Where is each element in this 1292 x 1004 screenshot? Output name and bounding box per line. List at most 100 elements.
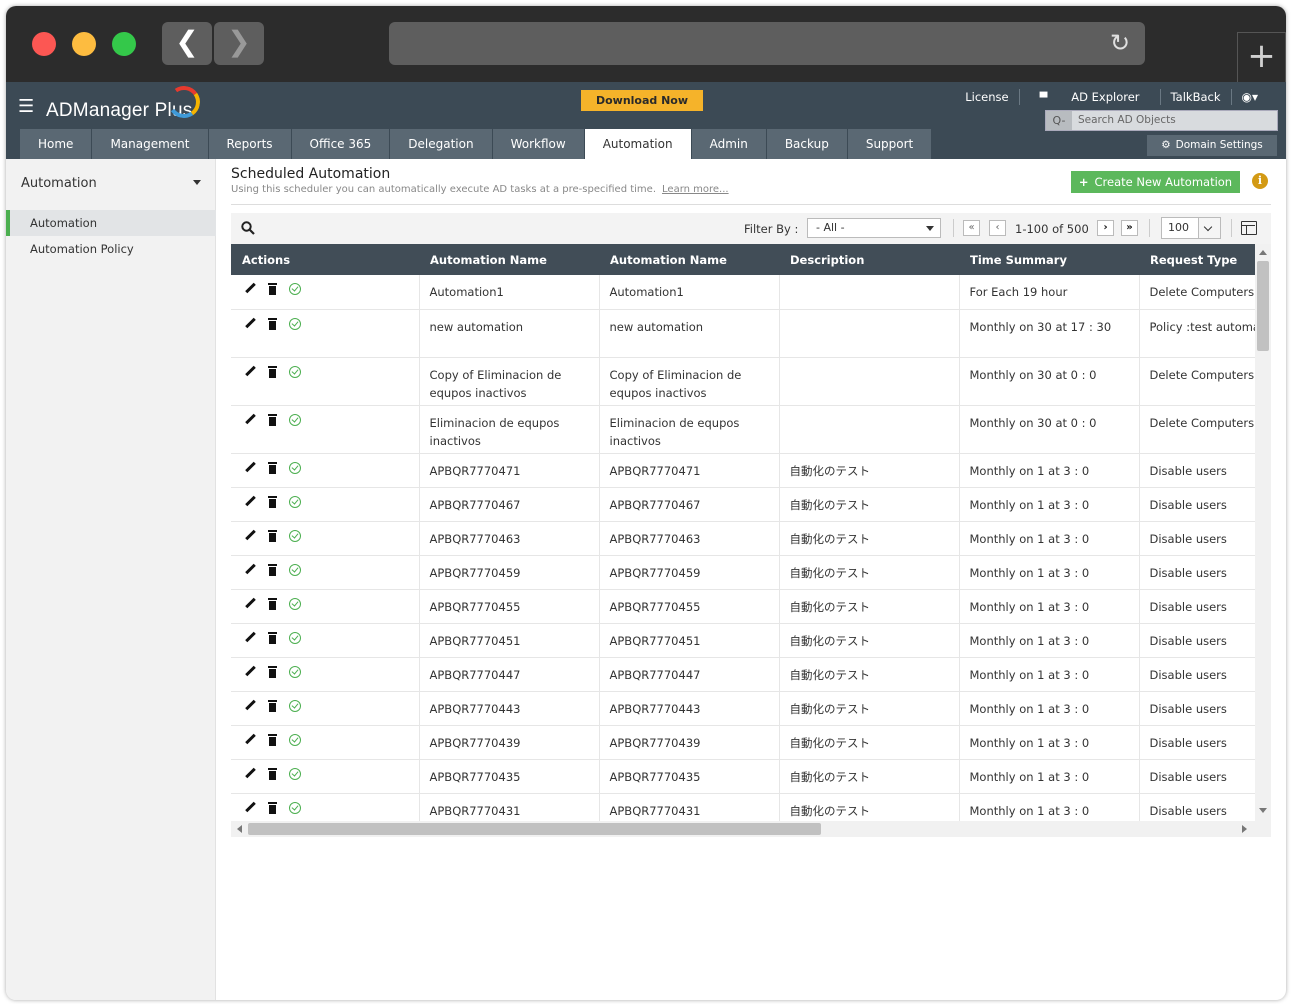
- tab-home[interactable]: Home: [20, 129, 92, 159]
- delete-icon[interactable]: [267, 597, 278, 610]
- tab-backup[interactable]: Backup: [766, 129, 847, 159]
- talkback-link[interactable]: TalkBack: [1161, 90, 1231, 104]
- edit-icon[interactable]: [245, 768, 256, 780]
- enabled-check-icon[interactable]: [289, 365, 301, 378]
- delete-icon[interactable]: [267, 563, 278, 576]
- reload-icon[interactable]: ↻: [1105, 28, 1135, 58]
- table-row[interactable]: APBQR7770459 APBQR7770459 自動化のテスト Monthly o…: [231, 555, 1255, 590]
- delete-icon[interactable]: [267, 461, 278, 474]
- delete-icon[interactable]: [267, 529, 278, 542]
- column-header-time-summary[interactable]: Time Summary: [959, 244, 1139, 275]
- delete-icon[interactable]: [267, 699, 278, 712]
- info-icon[interactable]: i: [1252, 173, 1268, 189]
- table-row[interactable]: APBQR7770463 APBQR7770463 自動化のテスト Monthly o…: [231, 521, 1255, 556]
- delete-icon[interactable]: [267, 733, 278, 746]
- vertical-scrollbar[interactable]: [1255, 244, 1271, 821]
- column-header-automation-name-2[interactable]: Automation Name: [599, 244, 779, 275]
- edit-icon[interactable]: [245, 564, 256, 576]
- enabled-check-icon[interactable]: [289, 495, 301, 508]
- enabled-check-icon[interactable]: [289, 801, 301, 814]
- filter-select[interactable]: - All -: [807, 218, 941, 238]
- next-page-button[interactable]: ›: [1097, 220, 1114, 236]
- search-icon[interactable]: [241, 221, 255, 235]
- enabled-check-icon[interactable]: [289, 699, 301, 712]
- sidebar-item-automation[interactable]: Automation: [6, 210, 216, 236]
- last-page-button[interactable]: »: [1121, 220, 1138, 236]
- tab-delegation[interactable]: Delegation: [390, 129, 492, 159]
- enabled-check-icon[interactable]: [289, 767, 301, 780]
- minimize-window-button[interactable]: [72, 32, 96, 56]
- edit-icon[interactable]: [245, 734, 256, 746]
- delete-icon[interactable]: [267, 631, 278, 644]
- license-link[interactable]: License: [955, 90, 1018, 104]
- create-new-automation-button[interactable]: + Create New Automation: [1071, 171, 1240, 193]
- enabled-check-icon[interactable]: [289, 597, 301, 610]
- learn-more-link[interactable]: Learn more...: [662, 184, 729, 195]
- edit-icon[interactable]: [245, 283, 256, 295]
- search-input[interactable]: Search AD Objects: [1078, 114, 1176, 126]
- new-tab-button[interactable]: +: [1237, 32, 1286, 82]
- first-page-button[interactable]: «: [963, 220, 980, 236]
- horizontal-scrollbar[interactable]: [231, 821, 1271, 837]
- page-size-select[interactable]: 100: [1161, 217, 1221, 239]
- scroll-up-icon[interactable]: [1259, 250, 1267, 255]
- table-row[interactable]: APBQR7770447 APBQR7770447 自動化のテスト Monthly o…: [231, 657, 1255, 692]
- delete-icon[interactable]: [267, 365, 278, 378]
- table-row[interactable]: new automation new automation Monthly on 3…: [231, 309, 1255, 358]
- enabled-check-icon[interactable]: [289, 665, 301, 678]
- tab-reports[interactable]: Reports: [208, 129, 291, 159]
- maximize-window-button[interactable]: [112, 32, 136, 56]
- chevron-down-icon[interactable]: [1198, 218, 1220, 238]
- delete-icon[interactable]: [267, 283, 278, 295]
- delete-icon[interactable]: [267, 317, 278, 330]
- table-row[interactable]: APBQR7770471 APBQR7770471 自動化のテスト Monthly o…: [231, 453, 1255, 488]
- scroll-right-icon[interactable]: [1242, 825, 1247, 833]
- column-header-actions[interactable]: Actions: [231, 244, 419, 275]
- tab-workflow[interactable]: Workflow: [492, 129, 584, 159]
- address-bar[interactable]: ↻: [389, 22, 1145, 65]
- close-window-button[interactable]: [32, 32, 56, 56]
- forward-button[interactable]: ❯: [214, 22, 264, 65]
- delete-icon[interactable]: [267, 801, 278, 814]
- delete-icon[interactable]: [267, 767, 278, 780]
- edit-icon[interactable]: [245, 496, 256, 508]
- user-menu-icon[interactable]: ◉▾: [1232, 90, 1269, 104]
- sidebar-item-automation-policy[interactable]: Automation Policy: [6, 236, 216, 262]
- edit-icon[interactable]: [245, 598, 256, 610]
- scrollbar-thumb[interactable]: [248, 823, 821, 835]
- back-button[interactable]: ❮: [162, 22, 212, 65]
- edit-icon[interactable]: [245, 462, 256, 474]
- table-row[interactable]: Eliminacion de equpos inactivos Eliminaci…: [231, 405, 1255, 454]
- download-now-button[interactable]: Download Now: [581, 90, 703, 111]
- table-row[interactable]: APBQR7770451 APBQR7770451 自動化のテスト Monthly o…: [231, 623, 1255, 658]
- enabled-check-icon[interactable]: [289, 317, 301, 330]
- enabled-check-icon[interactable]: [289, 733, 301, 746]
- table-row[interactable]: APBQR7770431 APBQR7770431 自動化のテスト Monthly o…: [231, 793, 1255, 821]
- edit-icon[interactable]: [245, 318, 256, 330]
- caret-down-icon[interactable]: [193, 180, 201, 185]
- delete-icon[interactable]: [267, 413, 278, 426]
- column-header-description[interactable]: Description: [779, 244, 959, 275]
- tab-automation[interactable]: Automation: [584, 129, 691, 159]
- table-row[interactable]: Copy of Eliminacion de equpos inactivos C…: [231, 357, 1255, 406]
- delete-icon[interactable]: [267, 495, 278, 508]
- enabled-check-icon[interactable]: [289, 529, 301, 542]
- table-row[interactable]: APBQR7770439 APBQR7770439 自動化のテスト Monthly o…: [231, 725, 1255, 760]
- column-chooser-icon[interactable]: [1241, 221, 1257, 235]
- enabled-check-icon[interactable]: [289, 283, 301, 295]
- tab-office-365[interactable]: Office 365: [291, 129, 390, 159]
- table-row[interactable]: APBQR7770467 APBQR7770467 自動化のテスト Monthly o…: [231, 487, 1255, 522]
- edit-icon[interactable]: [245, 530, 256, 542]
- scroll-down-icon[interactable]: [1259, 808, 1267, 813]
- edit-icon[interactable]: [245, 632, 256, 644]
- edit-icon[interactable]: [245, 666, 256, 678]
- tab-support[interactable]: Support: [847, 129, 932, 159]
- enabled-check-icon[interactable]: [289, 631, 301, 644]
- tab-management[interactable]: Management: [92, 129, 208, 159]
- edit-icon[interactable]: [245, 366, 256, 378]
- scrollbar-thumb[interactable]: [1257, 261, 1269, 351]
- domain-settings-button[interactable]: ⚙ Domain Settings: [1147, 135, 1277, 156]
- table-row[interactable]: Automation1 Automation1 For Each 19 hour De…: [231, 275, 1255, 310]
- edit-icon[interactable]: [245, 700, 256, 712]
- column-header-automation-name[interactable]: Automation Name: [419, 244, 599, 275]
